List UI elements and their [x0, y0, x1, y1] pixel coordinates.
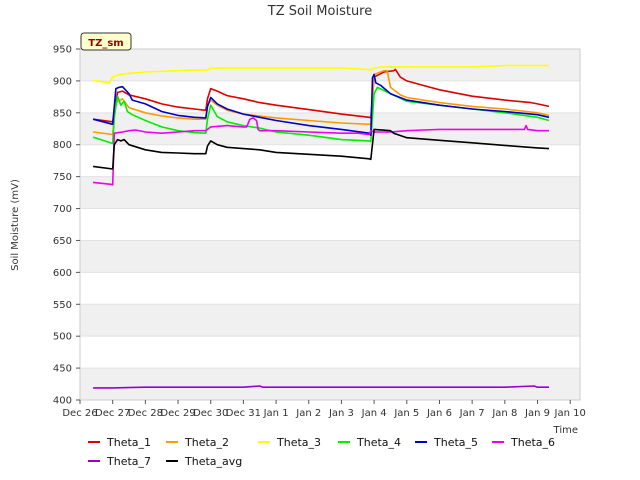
grid-band	[80, 368, 580, 400]
x-tick-label: Dec 29	[160, 408, 195, 419]
legend-label-theta-7: Theta_7	[106, 455, 151, 468]
x-tick-label: Jan 1	[263, 408, 289, 419]
y-tick-label: 600	[53, 268, 72, 279]
x-tick-label: Dec 26	[62, 408, 97, 419]
legend-label-theta-5: Theta_5	[433, 436, 478, 449]
x-tick-label: Jan 4	[361, 408, 387, 419]
y-tick-label: 750	[53, 172, 72, 183]
legend-label-theta-4: Theta_4	[356, 436, 401, 449]
grid-band	[80, 304, 580, 337]
y-tick-label: 850	[53, 108, 72, 119]
chart: 400 450 500 550 600 650 700 750 800 850 900 950 Dec…	[10, 4, 586, 468]
x-tick-label: Dec 30	[193, 408, 228, 419]
legend: Theta_1 Theta_2 Theta_3 Theta_4 Theta_5 Theta…	[88, 436, 555, 468]
y-tick-label: 400	[53, 396, 72, 407]
y-tick-label: 650	[53, 236, 72, 247]
legend-label-theta-avg: Theta_avg	[184, 455, 242, 468]
y-tick-label: 550	[53, 300, 72, 311]
x-tick-label: Jan 7	[459, 408, 485, 419]
x-tick-label: Dec 31	[226, 408, 261, 419]
x-tick-label: Jan 2	[295, 408, 321, 419]
y-tick-label: 700	[53, 204, 72, 215]
y-tick-label: 900	[53, 76, 72, 87]
legend-label-theta-6: Theta_6	[510, 436, 555, 449]
x-axis-ticks: Dec 26Dec 27Dec 28Dec 29Dec 30Dec 31 Jan …	[62, 400, 586, 419]
y-tick-label: 450	[53, 364, 72, 375]
site-label-badge: TZ_sm	[80, 32, 132, 51]
x-tick-label: Jan 8	[491, 408, 517, 419]
legend-label-theta-2: Theta_2	[184, 436, 229, 449]
y-axis-ticks: 400 450 500 550 600 650 700 750 800 850 900 950	[53, 45, 80, 407]
x-tick-label: Jan 10	[554, 408, 586, 419]
x-tick-label: Jan 5	[393, 408, 419, 419]
x-tick-label: Dec 28	[128, 408, 163, 419]
y-axis-title: Soil Moisture (mV)	[10, 179, 21, 271]
y-tick-label: 800	[53, 140, 72, 151]
x-tick-label: Jan 3	[328, 408, 354, 419]
grid-band	[80, 176, 580, 209]
y-tick-label: 950	[53, 45, 72, 56]
x-tick-label: Dec 27	[95, 408, 130, 419]
chart-title: TZ Soil Moisture	[267, 4, 373, 19]
x-axis-title: Time	[553, 425, 578, 436]
y-tick-label: 500	[53, 332, 72, 343]
grid-band	[80, 240, 580, 273]
site-label: TZ_sm	[88, 38, 123, 49]
legend-label-theta-1: Theta_1	[106, 436, 151, 449]
x-tick-label: Jan 9	[524, 408, 550, 419]
legend-label-theta-3: Theta_3	[276, 436, 321, 449]
x-tick-label: Jan 6	[426, 408, 452, 419]
